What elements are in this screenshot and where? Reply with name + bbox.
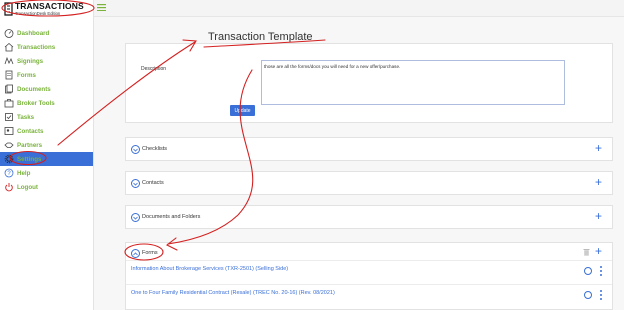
checklists-section[interactable]: Checklists + — [125, 137, 613, 161]
tasks-icon — [3, 112, 14, 123]
dashboard-icon — [3, 28, 14, 39]
template-details-card: Description those are all the forms/docs… — [125, 43, 613, 123]
sidebar-item-label: Dashboard — [17, 29, 50, 37]
house-icon — [3, 42, 14, 53]
chevron-down-icon[interactable] — [131, 145, 140, 154]
sidebar-item-signings[interactable]: Signings — [0, 54, 93, 68]
partners-icon — [3, 140, 14, 151]
sidebar-item-label: Documents — [17, 85, 51, 93]
signature-icon — [3, 56, 14, 67]
section-title: Forms — [142, 250, 158, 256]
page: TRANSACTIONS TransactionDesk Edition Das… — [0, 0, 624, 310]
power-icon — [3, 182, 14, 193]
hamburger-menu-icon[interactable] — [97, 4, 106, 11]
sidebar-item-label: Partners — [17, 141, 43, 149]
sidebar-item-label: Tasks — [17, 113, 35, 121]
top-bar — [94, 0, 624, 17]
form-link[interactable]: One to Four Family Residential Contract … — [131, 290, 335, 296]
select-radio[interactable] — [584, 267, 592, 275]
sidebar-item-label: Transactions — [17, 43, 56, 51]
sidebar-item-label: Broker Tools — [17, 99, 55, 107]
forms-section-header[interactable]: Forms + — [126, 243, 612, 261]
sidebar-item-contacts[interactable]: Contacts — [0, 124, 93, 138]
logo-icon — [4, 2, 13, 16]
sidebar-item-logout[interactable]: Logout — [0, 180, 93, 194]
chevron-down-icon[interactable] — [131, 179, 140, 188]
chevron-down-icon[interactable] — [131, 213, 140, 222]
forms-icon — [3, 70, 14, 81]
section-title: Checklists — [142, 146, 168, 152]
sidebar-item-label: Forms — [17, 71, 36, 79]
app-edition: TransactionDesk Edition — [15, 11, 61, 16]
form-row: Information About Brokerage Services (TX… — [126, 261, 612, 285]
sidebar-item-label: Contacts — [17, 127, 44, 135]
add-form-button[interactable]: + — [595, 245, 602, 257]
section-title: Documents and Folders — [142, 214, 201, 220]
add-contact-button[interactable]: + — [595, 176, 602, 188]
add-document-button[interactable]: + — [595, 210, 602, 222]
section-title: Contacts — [142, 180, 164, 186]
forms-section: Forms + Information About Brokerage Serv… — [125, 242, 613, 310]
app-logo[interactable]: TRANSACTIONS TransactionDesk Edition — [3, 1, 91, 20]
sidebar-item-label: Signings — [17, 57, 44, 65]
sidebar-nav: Dashboard Transactions Signings Forms Do… — [0, 26, 93, 194]
add-checklist-button[interactable]: + — [595, 142, 602, 154]
sidebar: TRANSACTIONS TransactionDesk Edition Das… — [0, 0, 94, 310]
contacts-icon — [3, 126, 14, 137]
sidebar-item-partners[interactable]: Partners — [0, 138, 93, 152]
sidebar-item-tasks[interactable]: Tasks — [0, 110, 93, 124]
more-options-icon[interactable] — [600, 290, 603, 300]
page-title: Transaction Template — [208, 31, 313, 43]
form-row: One to Four Family Residential Contract … — [126, 285, 612, 309]
documents-folders-section[interactable]: Documents and Folders + — [125, 205, 613, 229]
help-icon: ? — [3, 168, 14, 179]
sidebar-item-help[interactable]: ? Help — [0, 166, 93, 180]
sidebar-item-label: Logout — [17, 183, 38, 191]
sidebar-item-settings[interactable]: Settings — [0, 152, 93, 166]
more-options-icon[interactable] — [600, 266, 603, 276]
sidebar-item-label: Help — [17, 169, 31, 177]
sidebar-item-transactions[interactable]: Transactions — [0, 40, 93, 54]
update-button[interactable]: Update — [230, 105, 255, 116]
sidebar-item-forms[interactable]: Forms — [0, 68, 93, 82]
trash-icon[interactable] — [583, 248, 590, 256]
contacts-section[interactable]: Contacts + — [125, 171, 613, 195]
sidebar-item-label: Settings — [17, 155, 42, 163]
form-link[interactable]: Information About Brokerage Services (TX… — [131, 266, 288, 272]
sidebar-item-broker-tools[interactable]: Broker Tools — [0, 96, 93, 110]
main-content: Description those are all the forms/docs… — [94, 17, 624, 310]
app-name: TRANSACTIONS — [15, 1, 84, 11]
description-label: Description — [141, 66, 167, 72]
sidebar-item-documents[interactable]: Documents — [0, 82, 93, 96]
chevron-up-icon[interactable] — [131, 249, 140, 258]
documents-icon — [3, 84, 14, 95]
description-textarea[interactable]: those are all the forms/docs you will ne… — [261, 60, 565, 105]
sidebar-item-dashboard[interactable]: Dashboard — [0, 26, 93, 40]
gear-icon — [3, 154, 14, 165]
broker-tools-icon — [3, 98, 14, 109]
select-radio[interactable] — [584, 291, 592, 299]
